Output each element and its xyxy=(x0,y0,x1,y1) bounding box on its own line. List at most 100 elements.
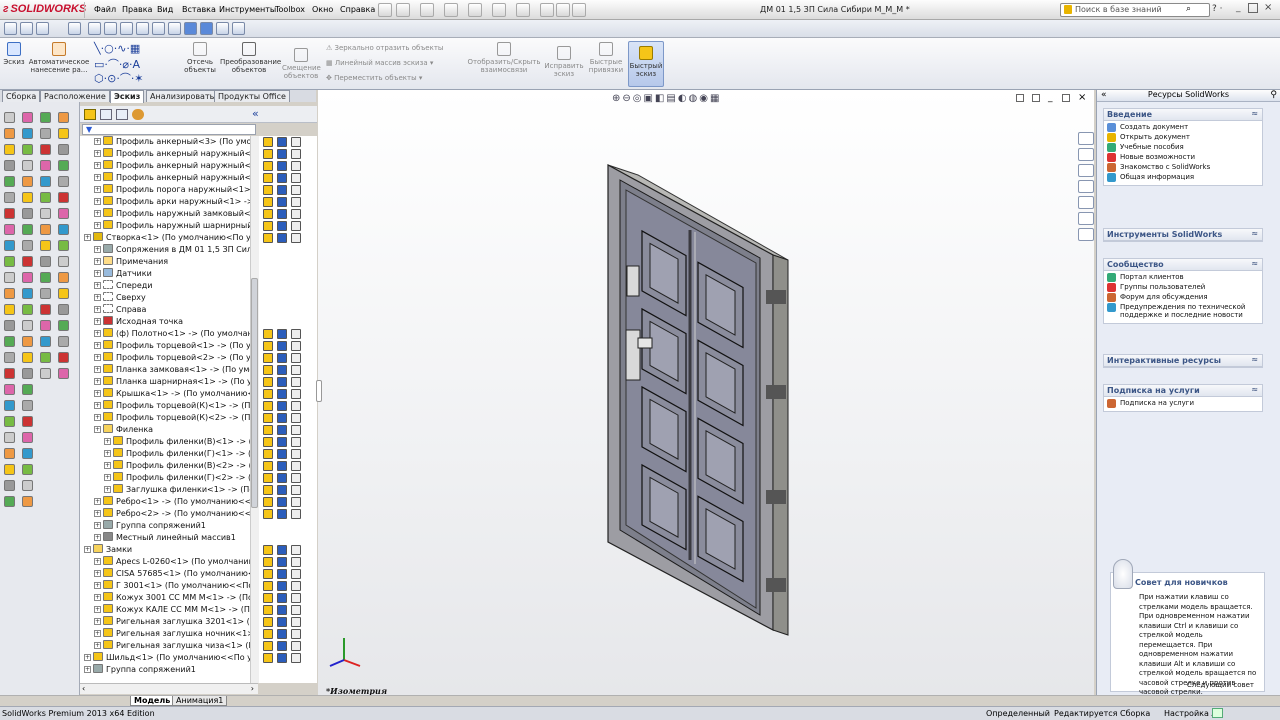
save-icon[interactable] xyxy=(444,3,458,17)
tool-icon[interactable] xyxy=(4,384,15,395)
appearance-state-icon[interactable] xyxy=(291,173,301,183)
display-state-icon[interactable] xyxy=(277,653,287,663)
tool-icon[interactable] xyxy=(4,432,15,443)
tool-icon[interactable] xyxy=(22,192,33,203)
offset-button[interactable]: Смещение объектов xyxy=(282,48,321,80)
expand-toggle-icon[interactable]: + xyxy=(94,318,101,325)
appearance-state-icon[interactable] xyxy=(291,341,301,351)
expand-toggle-icon[interactable]: + xyxy=(94,642,101,649)
layout-icon[interactable] xyxy=(120,22,133,35)
expand-toggle-icon[interactable]: + xyxy=(104,462,111,469)
menu-toolbox[interactable]: Toolbox xyxy=(275,5,305,14)
tool-icon[interactable] xyxy=(4,400,15,411)
appearance-state-icon[interactable] xyxy=(291,497,301,507)
tool-icon[interactable] xyxy=(4,128,15,139)
appearance-state-icon[interactable] xyxy=(291,653,301,663)
tool-icon[interactable] xyxy=(58,256,69,267)
tree-item[interactable]: + Профиль филенки(В)<2> -> (П xyxy=(104,460,250,472)
component-state-icon[interactable] xyxy=(263,569,273,579)
move-entities-button[interactable]: ✥ Переместить объекты ▾ xyxy=(326,74,422,82)
expand-toggle-icon[interactable]: + xyxy=(94,282,101,289)
tool-icon[interactable] xyxy=(22,112,33,123)
tool-icon[interactable] xyxy=(22,368,33,379)
file-properties-icon[interactable] xyxy=(556,3,570,17)
layout-icon[interactable] xyxy=(152,22,165,35)
tree-item[interactable]: + Заглушка филенки<1> -> (По у xyxy=(104,484,250,496)
appearance-state-icon[interactable] xyxy=(291,449,301,459)
tree-item[interactable]: + Примечания xyxy=(94,256,168,268)
menu-file[interactable]: Файл xyxy=(94,5,116,14)
display-state-icon[interactable] xyxy=(277,509,287,519)
tool-icon[interactable] xyxy=(22,208,33,219)
component-state-icon[interactable] xyxy=(263,629,273,639)
expand-toggle-icon[interactable]: + xyxy=(94,414,101,421)
expand-toggle-icon[interactable]: + xyxy=(84,546,91,553)
tool-icon[interactable] xyxy=(58,144,69,155)
tree-item[interactable]: + Кожух КАЛЕ СС ММ М<1> -> (По у xyxy=(94,604,250,616)
restore-icon[interactable] xyxy=(1248,3,1258,13)
propertymanager-icon[interactable] xyxy=(100,109,112,120)
layout-icon[interactable] xyxy=(136,22,149,35)
tree-item[interactable]: + Замки xyxy=(84,544,132,556)
tree-item[interactable]: + Исходная точка xyxy=(94,316,183,328)
expand-toggle-icon[interactable]: + xyxy=(104,438,111,445)
display-state-icon[interactable] xyxy=(277,593,287,603)
display-icon[interactable] xyxy=(184,22,197,35)
expand-toggle-icon[interactable]: + xyxy=(94,150,101,157)
tool-icon[interactable] xyxy=(4,320,15,331)
tree-item[interactable]: + Профиль филенки(Г)<2> -> (П xyxy=(104,472,250,484)
tree-item[interactable]: + Планка замковая<1> -> (По умолч xyxy=(94,364,250,376)
trim-button[interactable]: Отсечь объекты xyxy=(182,42,218,74)
expand-toggle-icon[interactable]: + xyxy=(94,378,101,385)
display-state-icon[interactable] xyxy=(277,425,287,435)
menu-view[interactable]: Вид xyxy=(157,5,173,14)
new-document-icon[interactable] xyxy=(396,3,410,17)
tree-item[interactable]: + Створка<1> (По умолчанию<По умол xyxy=(84,232,250,244)
expand-toggle-icon[interactable]: + xyxy=(104,450,111,457)
viewport-minimize-icon[interactable]: _ xyxy=(1048,93,1053,103)
viewport-layout-icon[interactable] xyxy=(1032,94,1040,102)
heads-up-view-toolbar[interactable]: ⊕⊖◎▣◧▤◐◍◉▦ xyxy=(612,93,721,104)
collapse-icon[interactable]: « xyxy=(1101,90,1107,100)
expand-toggle-icon[interactable]: + xyxy=(94,630,101,637)
expand-toggle-icon[interactable]: + xyxy=(94,354,101,361)
tool-icon[interactable] xyxy=(58,112,69,123)
expand-toggle-icon[interactable]: + xyxy=(94,258,101,265)
undo-icon[interactable] xyxy=(492,3,506,17)
display-state-icon[interactable] xyxy=(277,617,287,627)
tool-icon[interactable] xyxy=(40,240,51,251)
appearance-state-icon[interactable] xyxy=(291,641,301,651)
show-relations-button[interactable]: Отобразить/Скрыть взаимосвязи xyxy=(466,42,542,74)
tool-icon[interactable] xyxy=(4,336,15,347)
expand-toggle-icon[interactable]: + xyxy=(94,342,101,349)
component-state-icon[interactable] xyxy=(263,509,273,519)
tree-item[interactable]: + Группа сопряжений1 xyxy=(94,520,206,532)
auto-dimension-button[interactable]: Автоматическое нанесение ра... xyxy=(28,42,90,74)
tool-icon[interactable] xyxy=(40,288,51,299)
expand-toggle-icon[interactable]: + xyxy=(94,522,101,529)
tree-item[interactable]: + (ф) Полотно<1> -> (По умолчанию xyxy=(94,328,250,340)
tool-icon[interactable] xyxy=(22,144,33,155)
component-state-icon[interactable] xyxy=(263,377,273,387)
tool-icon[interactable] xyxy=(40,320,51,331)
tool-icon[interactable] xyxy=(4,224,15,235)
pin-icon[interactable]: ⚲ xyxy=(1270,90,1277,100)
tool-icon[interactable] xyxy=(22,336,33,347)
tool-icon[interactable] xyxy=(40,224,51,235)
display-state-icon[interactable] xyxy=(277,353,287,363)
component-icon[interactable] xyxy=(20,22,33,35)
tree-scrollbar-thumb[interactable] xyxy=(251,278,258,508)
appearance-state-icon[interactable] xyxy=(291,197,301,207)
expand-toggle-icon[interactable]: + xyxy=(94,210,101,217)
tab-model[interactable]: Модель xyxy=(130,696,175,706)
resource-link[interactable]: Знакомство с SolidWorks xyxy=(1104,161,1262,172)
expand-toggle-icon[interactable]: + xyxy=(94,186,101,193)
rebuild-icon[interactable] xyxy=(540,3,554,17)
tool-icon[interactable] xyxy=(58,272,69,283)
tool-icon[interactable] xyxy=(22,352,33,363)
tree-item[interactable]: + Сверху xyxy=(94,292,146,304)
tool-icon[interactable] xyxy=(22,480,33,491)
tree-item[interactable]: + Профиль анкерный<3> (По умолч xyxy=(94,136,250,148)
display-state-icon[interactable] xyxy=(277,401,287,411)
expand-toggle-icon[interactable]: + xyxy=(94,498,101,505)
